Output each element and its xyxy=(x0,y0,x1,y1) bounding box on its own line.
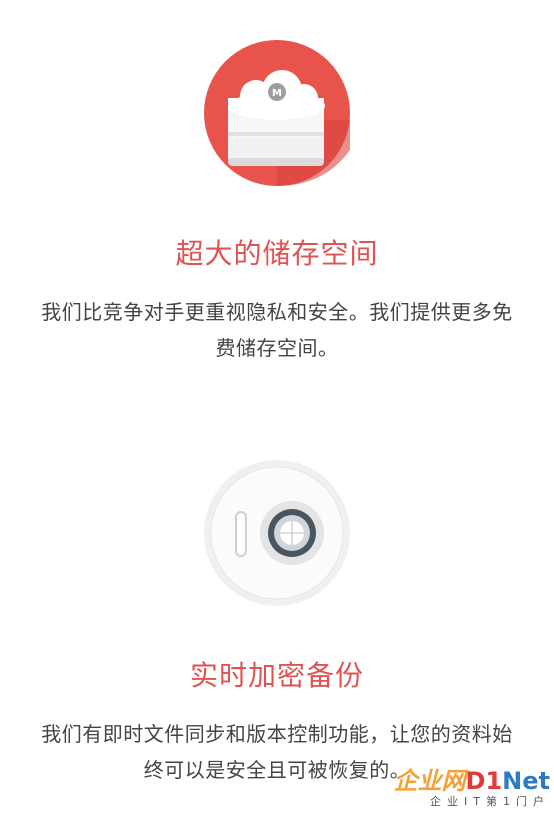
watermark-brand-net: Net xyxy=(502,767,550,795)
feature-title-storage: 超大的储存空间 xyxy=(175,237,379,270)
watermark-brand-cn: 企业网 xyxy=(393,767,466,795)
watermark-logo: 企业网D1Net 企业IT第1门户 xyxy=(390,767,550,815)
feature-title-backup: 实时加密备份 xyxy=(189,659,364,692)
safe-vault-icon xyxy=(204,460,350,606)
svg-text:M: M xyxy=(272,88,282,99)
feature-description-storage: 我们比竞争对手更重视隐私和安全。我们提供更多免费储存空间。 xyxy=(41,300,513,360)
watermark-tagline: 企业IT第1门户 xyxy=(430,795,550,808)
cloud-storage-icon: M xyxy=(204,40,350,186)
watermark-brand-d: D1 xyxy=(465,767,503,795)
